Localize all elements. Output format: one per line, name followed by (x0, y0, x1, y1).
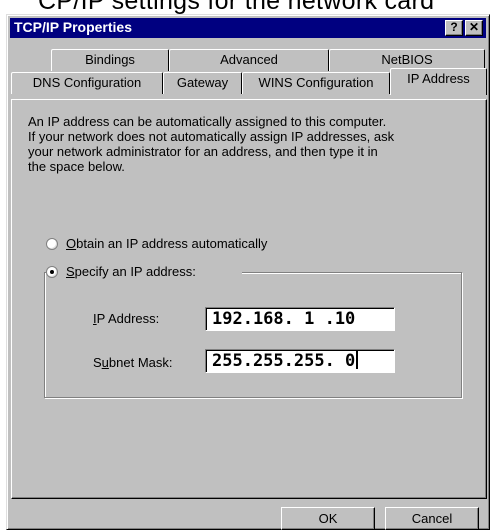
description-text: An IP address can be automatically assig… (28, 114, 468, 174)
description-line-2: If your network does not automatically a… (28, 129, 395, 144)
help-button[interactable]: ? (445, 20, 463, 36)
ip-address-label: IP Address: (93, 311, 160, 326)
ok-button[interactable]: OK (281, 507, 375, 530)
tab-advanced[interactable]: Advanced (169, 49, 329, 71)
tab-gateway[interactable]: Gateway (163, 72, 242, 94)
subnet-mask-input[interactable]: 255.255.255. 0 (205, 349, 395, 373)
tcpip-properties-dialog: TCP/IP Properties ? ✕ Bindings Advanced … (6, 14, 490, 530)
specify-ip-label: Specify an IP address: (66, 264, 196, 279)
ip-address-input[interactable]: 192.168. 1 .10 (205, 307, 395, 331)
description-line-4: the space below. (28, 159, 125, 174)
specify-ip-option[interactable]: Specify an IP address: (46, 264, 242, 280)
title-bar[interactable]: TCP/IP Properties ? ✕ (10, 18, 486, 38)
specify-ip-groupbox: IP Address: 192.168. 1 .10 Subnet Mask: … (44, 272, 462, 398)
close-button[interactable]: ✕ (465, 20, 483, 36)
obtain-ip-radio[interactable] (46, 238, 58, 250)
description-line-1: An IP address can be automatically assig… (28, 114, 387, 129)
tab-dns-configuration[interactable]: DNS Configuration (11, 72, 163, 94)
text-cursor (356, 350, 359, 369)
tab-ip-address[interactable]: IP Address (390, 68, 487, 95)
ip-address-panel: An IP address can be automatically assig… (11, 99, 487, 499)
obtain-ip-label: Obtain an IP address automatically (66, 236, 268, 251)
window-title: TCP/IP Properties (14, 19, 133, 35)
cancel-button[interactable]: Cancel (385, 507, 479, 530)
tab-wins-configuration[interactable]: WINS Configuration (242, 72, 390, 94)
tab-bindings[interactable]: Bindings (51, 49, 169, 71)
specify-ip-radio[interactable] (46, 266, 58, 278)
description-line-3: your network administrator for an addres… (28, 144, 378, 159)
subnet-mask-label: Subnet Mask: (93, 355, 173, 370)
radio-selected-dot (50, 270, 54, 274)
